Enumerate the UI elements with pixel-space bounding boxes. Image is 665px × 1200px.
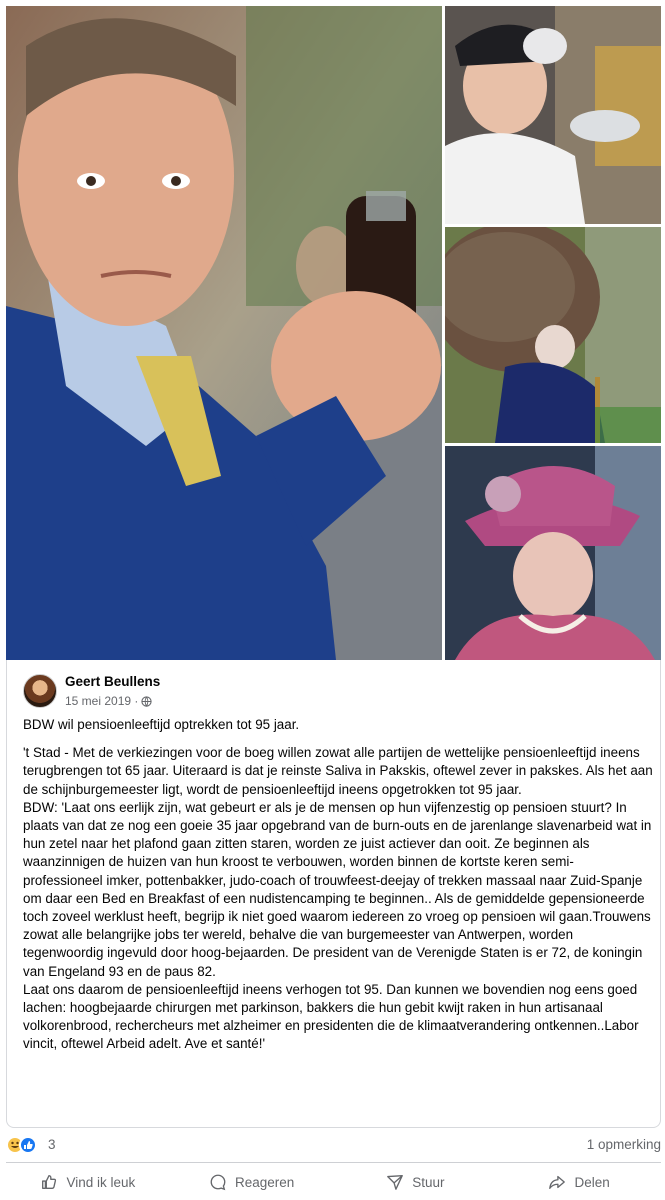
share-label: Delen [574, 1174, 610, 1190]
photo-elderly-woman-firewood[interactable] [445, 227, 661, 443]
reaction-icons[interactable] [6, 1136, 46, 1154]
send-icon [387, 1175, 404, 1190]
share-button[interactable]: Delen [497, 1166, 661, 1198]
reactions-summary: 3 1 opmerking [6, 1134, 661, 1156]
main-photo-man-with-bottle[interactable] [6, 6, 442, 660]
post-paragraph: BDW: 'Laat ons eerlijk zijn, wat gebeurt… [23, 799, 652, 979]
photo-elderly-fastfood-worker[interactable] [445, 6, 661, 224]
like-button[interactable]: Vind ik leuk [6, 1166, 170, 1198]
globe-icon [141, 695, 153, 707]
thumbs-up-icon [42, 1175, 57, 1189]
post-paragraph: 't Stad - Met de verkiezingen voor de bo… [23, 745, 653, 797]
post-headline: BDW wil pensioenleeftijd optrekken tot 9… [23, 717, 300, 732]
divider [6, 1162, 661, 1163]
post-header: Geert Beullens 15 mei 2019 · [23, 672, 423, 716]
photo-collage[interactable] [6, 6, 661, 660]
comment-button[interactable]: Reageren [170, 1166, 334, 1198]
send-label: Stuur [412, 1174, 445, 1190]
post-text: BDW wil pensioenleeftijd optrekken tot 9… [23, 716, 653, 1054]
like-icon [19, 1136, 37, 1154]
post-meta: 15 mei 2019 · [65, 694, 153, 708]
send-button[interactable]: Stuur [334, 1166, 498, 1198]
action-bar: Vind ik leuk Reageren Stuur Delen [6, 1166, 661, 1198]
author-name[interactable]: Geert Beullens [65, 674, 160, 689]
comment-icon [210, 1174, 226, 1191]
avatar[interactable] [23, 674, 57, 708]
photo-queen-pink-hat[interactable] [445, 446, 661, 660]
share-icon [549, 1175, 566, 1189]
post-card: Geert Beullens 15 mei 2019 · BDW wil pen… [6, 660, 661, 1128]
comment-label: Reageren [234, 1174, 295, 1190]
post-paragraph: Laat ons daarom de pensioenleeftijd inee… [23, 981, 639, 1052]
post-date[interactable]: 15 mei 2019 · [65, 694, 138, 708]
like-label: Vind ik leuk [66, 1174, 136, 1190]
reaction-count[interactable]: 3 [48, 1137, 56, 1152]
comment-count[interactable]: 1 opmerking [587, 1137, 661, 1152]
